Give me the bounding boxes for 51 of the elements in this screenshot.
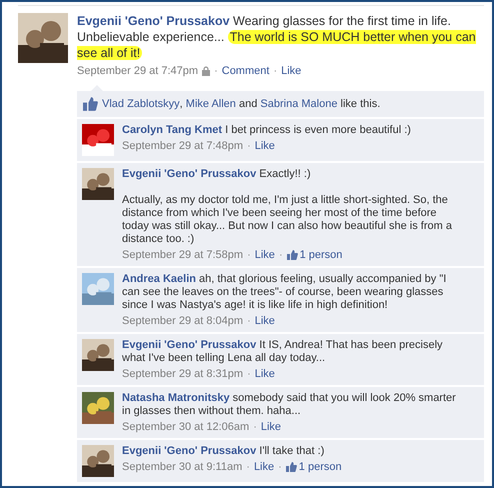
comment-text: Actually, as my doctor told me, I'm just a little short-sighted. So, the distance from which I've been seeing her most of the time before today was still okay... But now I can also how beautiful she is from a distance too. :)	[122, 194, 453, 246]
separator-dot: ·	[246, 461, 250, 473]
timestamp: September 29 at 7:47pm	[77, 65, 198, 77]
separator-dot: ·	[278, 249, 283, 261]
author-link[interactable]: Carolyn Tang Kmet	[122, 124, 222, 136]
thumbs-up-icon	[286, 250, 298, 260]
timestamp: September 29 at 7:58pm	[122, 249, 244, 261]
thumbs-up-icon	[83, 97, 98, 111]
separator-dot: ·	[214, 65, 218, 77]
author-link[interactable]: Natasha Matronitsky	[122, 392, 230, 404]
separator-dot: ·	[247, 368, 251, 380]
liker-link[interactable]: Sabrina Malone	[260, 98, 338, 110]
timestamp: September 29 at 8:04pm	[122, 315, 244, 327]
like-link[interactable]: Like	[254, 249, 275, 261]
separator-dot: ·	[247, 249, 251, 261]
author-link[interactable]: Evgenii 'Geno' Prussakov	[77, 14, 230, 28]
thumbs-up-icon	[286, 462, 297, 472]
comment-text: Evgenii 'Geno' Prussakov Exactly!! :)	[122, 168, 312, 181]
comment-text: Natasha Matronitsky somebody said that you will look 20% smarter in glasses then without them. haha...	[122, 392, 457, 418]
separator-dot: ·	[247, 315, 251, 327]
like-link[interactable]: Like	[260, 421, 282, 433]
post-text: Evgenii 'Geno' Prussakov Wearing glasses for the first time in life. Unbelievable experience... The world is SO MUCH better when you can see all of it!	[77, 13, 477, 61]
likes-count-link[interactable]: 1 person	[286, 249, 342, 261]
comment-text: Evgenii 'Geno' Prussakov It IS, Andrea! That has been precisely what I've been telling Lena all day today...	[122, 339, 444, 365]
comment-text: Evgenii 'Geno' Prussakov I'll take that :)	[122, 445, 326, 458]
like-link[interactable]: Like	[254, 368, 275, 380]
like-link[interactable]: Like	[254, 140, 275, 152]
comma: ,	[180, 98, 183, 110]
comment-text: Andrea Kaelin ah, that glorious feeling, usually accompanied by "I can see the leaves on the trees"- of course, been wearing glasses since I was Nastya's age! it is like life in high definition!	[122, 273, 448, 312]
author-link[interactable]: Evgenii 'Geno' Prussakov	[122, 339, 256, 351]
timestamp: September 30 at 9:11am	[122, 461, 242, 473]
separator-dot: ·	[247, 140, 251, 152]
action-link[interactable]: Comment	[222, 65, 270, 77]
conjunction: and	[238, 98, 258, 110]
likes-count-link[interactable]: 1 person	[286, 461, 342, 473]
author-link[interactable]: Evgenii 'Geno' Prussakov	[122, 445, 256, 457]
comment-text: Carolyn Tang Kmet I bet princess is even more beautiful :)	[122, 124, 412, 137]
separator-dot: ·	[278, 461, 282, 473]
timestamp: September 29 at 7:48pm	[122, 140, 244, 152]
author-link[interactable]: Andrea Kaelin	[122, 273, 196, 285]
timestamp: September 29 at 8:31pm	[122, 368, 244, 380]
separator-dot: ·	[273, 65, 278, 77]
likes-text: like this.	[340, 98, 380, 110]
like-link[interactable]: Like	[254, 461, 274, 473]
liker-link[interactable]: Vlad Zablotskyy	[102, 98, 180, 110]
liker-link[interactable]: Mike Allen	[186, 98, 236, 110]
timestamp: September 30 at 12:06am	[122, 421, 250, 433]
author-link[interactable]: Evgenii 'Geno' Prussakov	[122, 168, 256, 180]
like-link[interactable]: Like	[254, 315, 275, 327]
action-link[interactable]: Like	[281, 65, 302, 77]
separator-dot: ·	[253, 421, 257, 433]
